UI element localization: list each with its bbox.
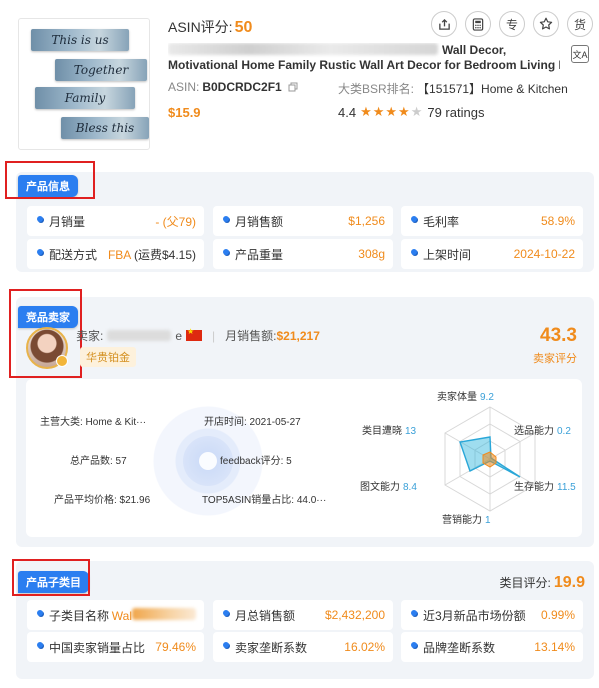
- ratings-count[interactable]: 79 ratings: [427, 105, 484, 120]
- info-cell: 月销售额 $1,256: [213, 206, 393, 236]
- copy-icon[interactable]: [288, 81, 298, 95]
- radar-label: 图文能力 8.4: [360, 482, 417, 493]
- subcategory-cell: 中国卖家销量占比 79.46%: [27, 632, 204, 662]
- product-image[interactable]: This is us Together Family Bless this: [18, 18, 150, 150]
- asin-score-value: 50: [234, 19, 253, 36]
- subcategory-cell: 品牌垄断系数 13.14%: [401, 632, 583, 662]
- blurred-title-text: [168, 43, 438, 55]
- seller-score: 43.3: [540, 325, 577, 346]
- radar-label: 营销能力 1: [442, 515, 491, 526]
- image-word: Family: [35, 87, 135, 109]
- open-time: 开店时间: 2021-05-27: [204, 417, 301, 428]
- info-cell: 配送方式 FBA (运费$4.15): [27, 239, 204, 269]
- subcategory-cell: 近3月新品市场份额 0.99%: [401, 600, 583, 630]
- seller-level-badge: 华贵铂金: [80, 347, 136, 367]
- calculator-icon[interactable]: [465, 11, 491, 37]
- asin-value[interactable]: B0DCRDC2F1: [202, 80, 281, 94]
- asin-line: ASIN: B0DCRDC2F1: [168, 80, 298, 95]
- price: $15.9: [168, 105, 201, 120]
- china-flag-icon: [186, 327, 203, 341]
- highlight-box: [12, 559, 90, 596]
- radar-label: 生存能力 11.5: [514, 482, 576, 493]
- share-icon[interactable]: [431, 11, 457, 37]
- blurred-seller-name[interactable]: [107, 330, 172, 341]
- subcategory-cell: 子类目名称 Wal: [27, 600, 204, 630]
- translate-icon[interactable]: 文A: [571, 45, 589, 63]
- special-button[interactable]: 专: [499, 11, 525, 37]
- info-cell: 月销量 - (父79): [27, 206, 204, 236]
- product-card: This is us Together Family Bless this AS…: [0, 0, 599, 160]
- seller-radar-chart: [444, 406, 536, 512]
- seller-detail-panel: 主营大类: Home & Kit··· 开店时间: 2021-05-27 总产品…: [26, 379, 582, 537]
- radar-label: 类目遭晓 13: [362, 426, 417, 437]
- toolbar: 专 货: [431, 11, 593, 37]
- blurred-subcategory-name: [132, 607, 196, 620]
- product-title[interactable]: Wall Decor, Motivational Home Family Rus…: [168, 43, 560, 73]
- asin-score-label: ASIN评分:: [168, 19, 233, 35]
- image-word: This is us: [31, 29, 129, 51]
- subcategory-cell: 月总销售额 $2,432,200: [213, 600, 393, 630]
- bsr-line: 大类BSR排名: 【151571】Home & Kitchen: [338, 82, 568, 96]
- image-word: Together: [55, 59, 147, 81]
- total-products: 总产品数: 57: [70, 456, 127, 467]
- avg-price: 产品平均价格: $21.96: [54, 495, 151, 506]
- star-icon[interactable]: [533, 11, 559, 37]
- feedback-score: feedback评分: 5: [220, 456, 292, 467]
- info-cell: 毛利率 58.9%: [401, 206, 583, 236]
- seller-line: 卖家: e | 月销售额:$21,217: [76, 327, 320, 344]
- rating-value: 4.4: [338, 104, 357, 120]
- info-cell: 产品重量 308g: [213, 239, 393, 269]
- rating-stars: ★★★★★: [360, 104, 424, 119]
- category-score: 类目评分: 19.9: [499, 574, 585, 591]
- goods-button[interactable]: 货: [567, 11, 593, 37]
- rating: 4.4 ★★★★★ 79 ratings: [338, 104, 484, 120]
- info-cell: 上架时间 2024-10-22: [401, 239, 583, 269]
- asin-score: ASIN评分: 50: [168, 17, 252, 37]
- subcategory-cell: 卖家垄断系数 16.02%: [213, 632, 393, 662]
- image-word: Bless this: [61, 117, 149, 139]
- highlight-box: [5, 161, 95, 199]
- bsr-value[interactable]: 【151571】Home & Kitchen: [417, 82, 568, 96]
- seller-monthly-sales: $21,217: [276, 329, 320, 343]
- seller-score-label: 卖家评分: [533, 353, 577, 365]
- radar-label: 卖家体量 9.2: [437, 392, 494, 403]
- top5-share: TOP5ASIN销量占比: 44.0···: [202, 495, 327, 506]
- main-category: 主营大类: Home & Kit···: [40, 417, 147, 428]
- crown-icon: [56, 355, 68, 367]
- radar-label: 选品能力 0.2: [514, 426, 571, 437]
